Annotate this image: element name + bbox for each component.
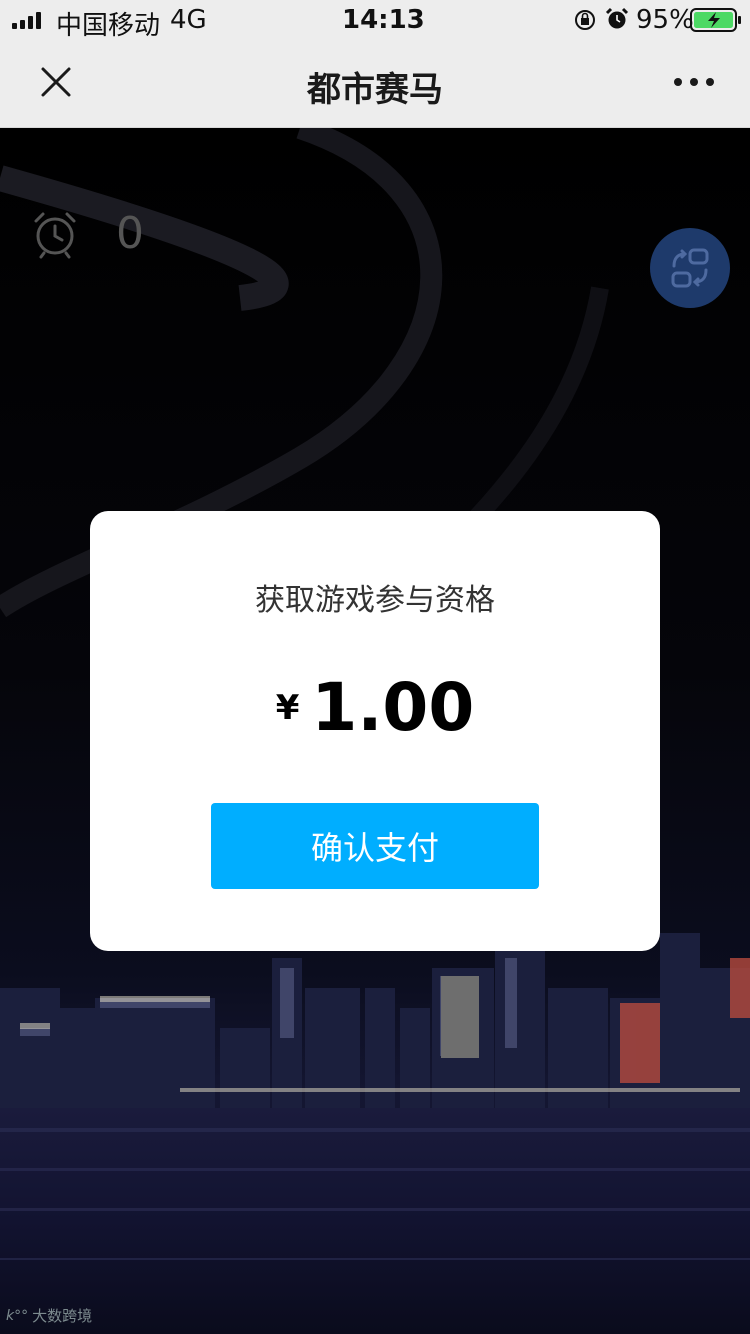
network-label: 4G [170, 5, 207, 35]
alarm-status-icon [605, 7, 629, 29]
status-time: 14:13 [342, 5, 425, 35]
watermark-logo-icon: k°° [6, 1307, 29, 1324]
price-amount: 1.00 [311, 669, 475, 746]
timer: 0 [30, 208, 144, 259]
battery-icon [690, 8, 741, 32]
nav-bar: 都市赛马 [0, 40, 750, 128]
screen: 中国移动 4G 14:13 95% 都市赛马 0 k°° 大数跨境 获取游戏参与… [0, 0, 750, 1334]
switch-icon [671, 248, 709, 288]
timer-value: 0 [116, 208, 144, 259]
switch-button[interactable] [650, 228, 730, 308]
rotation-lock-icon [575, 10, 595, 30]
carrier-label: 中国移动 [56, 11, 161, 41]
signal-icon [12, 11, 41, 29]
dialog-title: 获取游戏参与资格 [255, 583, 495, 618]
more-icon[interactable] [672, 74, 716, 90]
currency-symbol: ¥ [275, 687, 300, 728]
watermark: k°° 大数跨境 [6, 1305, 92, 1326]
watermark-text: 大数跨境 [32, 1307, 93, 1325]
page-title: 都市赛马 [307, 70, 443, 110]
confirm-pay-button[interactable]: 确认支付 [211, 803, 539, 889]
price: ¥1.00 [90, 669, 660, 746]
alarm-clock-icon [34, 212, 76, 258]
payment-dialog: 获取游戏参与资格 ¥1.00 确认支付 [90, 511, 660, 951]
status-bar: 中国移动 4G 14:13 95% [0, 0, 750, 41]
battery-percent: 95% [636, 5, 694, 35]
